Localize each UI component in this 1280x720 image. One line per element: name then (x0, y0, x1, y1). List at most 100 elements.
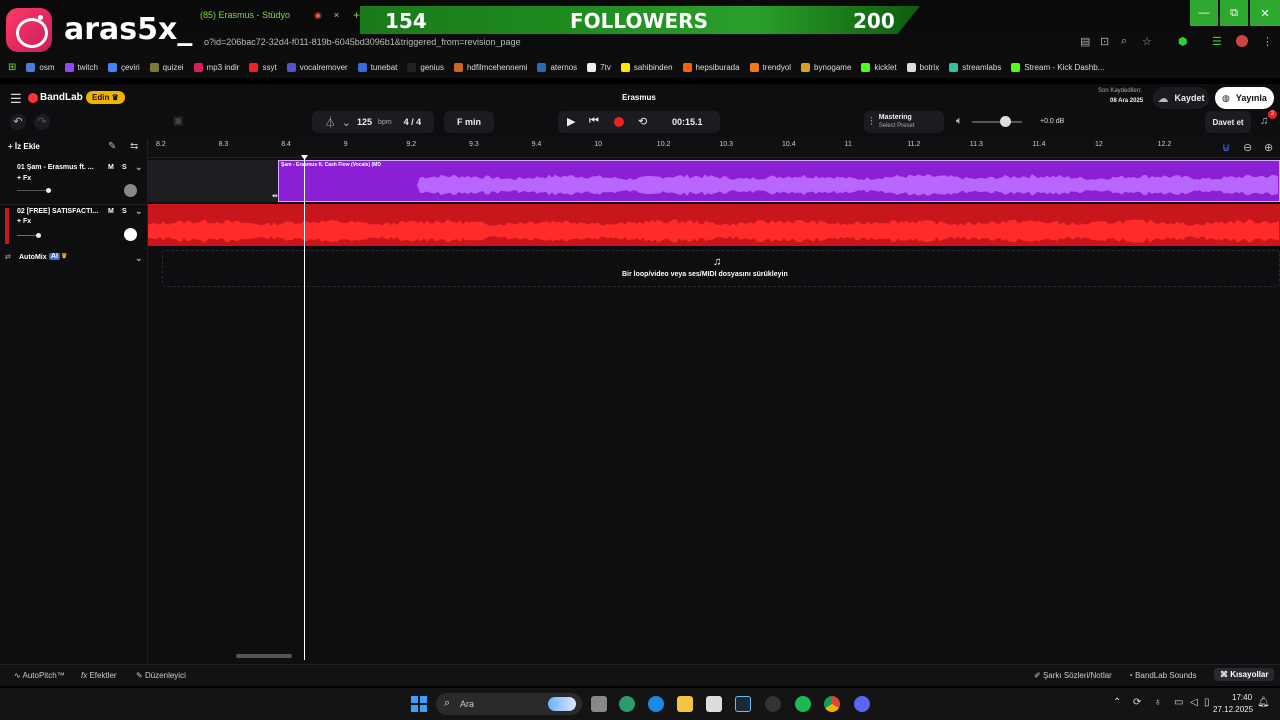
loop-icon[interactable]: ⟲ (638, 115, 647, 128)
bookmark-item[interactable]: aternos (537, 62, 577, 72)
playhead[interactable] (304, 156, 305, 660)
audio-clip-beat[interactable] (148, 204, 1280, 246)
metronome-icon[interactable]: ⏃ (325, 114, 336, 130)
spotify-icon[interactable] (795, 696, 811, 712)
bookmark-item[interactable]: hepsiburada (682, 62, 740, 72)
chevron-down-icon[interactable]: ⌄ (342, 116, 351, 129)
obs-icon[interactable] (765, 696, 781, 712)
chevron-down-icon[interactable]: ⌄ (135, 162, 143, 173)
editor-button[interactable]: ✎ Düzenleyici (136, 671, 186, 680)
bandlab-logo[interactable]: BandLab (40, 92, 83, 103)
effects-button[interactable]: fx Efektler (81, 671, 117, 680)
bookmark-item[interactable]: quizei (149, 62, 184, 72)
time-signature[interactable]: 4 / 4 (404, 117, 422, 127)
bookmark-item[interactable]: trendyol (749, 62, 791, 72)
apps-grid-icon[interactable]: ⊞ (8, 62, 16, 73)
track-volume-handle[interactable] (46, 188, 51, 193)
battery-icon[interactable]: ▯ (1204, 697, 1210, 708)
pan-knob[interactable] (124, 184, 137, 197)
bookmark-item[interactable]: bynogame (801, 62, 851, 72)
edit-badge[interactable]: Edin ♛ (86, 91, 125, 104)
redo-icon[interactable]: ↷ (34, 114, 50, 130)
pan-knob[interactable] (124, 228, 137, 241)
close-window-button[interactable]: ✕ (1250, 0, 1280, 26)
solo-button[interactable]: S (122, 208, 127, 215)
bookmark-item[interactable]: botrix (906, 62, 939, 72)
skip-back-icon[interactable]: ⏮ (589, 115, 599, 128)
zoom-out-icon[interactable]: ⊖ (1243, 141, 1252, 154)
chrome-icon[interactable] (824, 696, 840, 712)
reader-icon[interactable]: ▤ (1080, 35, 1090, 48)
edge-icon[interactable] (648, 696, 664, 712)
bookmark-item[interactable]: çeviri (107, 62, 140, 72)
task-view-icon[interactable] (591, 696, 607, 712)
bookmark-item[interactable]: vocalremover (286, 62, 348, 72)
extensions-icon[interactable]: ⬢ (1178, 35, 1188, 48)
address-bar[interactable]: o?id=206bac72-32d4-f011-819b-6045bd3096b… (204, 37, 521, 47)
horizontal-scrollbar[interactable] (236, 654, 292, 658)
bookmark-item[interactable]: hdfilmcehennemi (453, 62, 527, 72)
sync-icon[interactable]: ⟳ (1133, 697, 1141, 708)
bookmark-item[interactable]: streamlabs (949, 62, 1001, 72)
file-explorer-icon[interactable] (677, 696, 693, 712)
track-volume-handle[interactable] (36, 233, 41, 238)
bpm-value[interactable]: 125 (357, 117, 372, 127)
record-icon[interactable] (614, 117, 624, 127)
bookmark-item[interactable]: twitch (64, 62, 98, 72)
store-icon[interactable] (706, 696, 722, 712)
bookmark-item[interactable]: genius (407, 62, 444, 72)
track-volume-slider[interactable] (17, 190, 49, 191)
hamburger-menu-icon[interactable]: ☰ (10, 91, 22, 107)
add-track-button[interactable]: + İz Ekle (8, 142, 40, 151)
new-tab-icon[interactable]: + (353, 8, 360, 22)
edge-dev-icon[interactable] (619, 696, 635, 712)
bookmark-item[interactable]: tunebat (357, 62, 397, 72)
install-icon[interactable]: ⊡ (1100, 35, 1109, 48)
track-row-1[interactable]: 01 Şam - Erasmus ft. ... + Fx M S ⌄ (0, 162, 148, 204)
tab-active[interactable]: (85) Erasmus - Stüdyo ◉ × + (200, 4, 360, 26)
zoom-icon[interactable]: ⌕ (1121, 35, 1127, 48)
windows-start-icon[interactable] (411, 696, 427, 712)
bookmark-star-icon[interactable]: ☆ (1142, 35, 1152, 48)
zoom-in-icon[interactable]: ⊕ (1264, 141, 1273, 154)
mastering-button[interactable]: ⫶ Mastering Select Preset (864, 111, 944, 133)
timeline-ruler[interactable]: 8.2 8.3 8.4 9 9.2 9.3 9.4 10 10.2 10.3 10.4 11 11.2 1… (148, 138, 1280, 158)
menu-icon[interactable]: ⋮ (1262, 35, 1273, 48)
magnet-icon[interactable]: ⊍ (1222, 141, 1230, 154)
audio-clip-vocals[interactable]: Şam - Erasmus ft. Cash Flow (Vocals) (MD (278, 160, 1280, 202)
play-icon[interactable]: ▶ (567, 115, 575, 128)
microphone-icon[interactable]: ♁ (1154, 697, 1162, 708)
master-volume-slider[interactable] (972, 121, 1022, 123)
tab-close-icon[interactable]: × (334, 10, 339, 20)
undo-icon[interactable]: ↶ (10, 114, 26, 130)
sounds-button[interactable]: ◔ BandLab Sounds (1128, 671, 1196, 680)
edit-tool-icon[interactable]: ✎ (108, 141, 116, 152)
chevron-down-icon[interactable]: ⌄ (135, 253, 143, 264)
bookmark-item[interactable]: Stream - Kick Dashb... (1011, 62, 1104, 72)
track-row-2[interactable]: 02 [FREE] SATISFACTI... + Fx M S ⌄ (0, 206, 148, 248)
volume-icon[interactable]: ◁ (1190, 697, 1198, 708)
tab-search-icon[interactable]: ☰ (1212, 35, 1222, 48)
network-icon[interactable]: ▭ (1174, 697, 1183, 708)
speaker-icon[interactable]: 🔈︎ (956, 115, 963, 128)
maximize-button[interactable]: ⧉ (1220, 0, 1248, 26)
bookmark-item[interactable]: osm (26, 62, 55, 72)
minimize-button[interactable]: — (1190, 0, 1218, 26)
discord-icon[interactable] (854, 696, 870, 712)
bookmark-item[interactable]: sahibinden (620, 62, 673, 72)
track-settings-icon[interactable]: ⇆ (130, 141, 138, 152)
autopitch-button[interactable]: ∿ AutoPitch™ (14, 671, 65, 680)
profile-avatar[interactable] (1236, 35, 1248, 47)
mute-button[interactable]: M (108, 208, 114, 215)
quantize-icon[interactable]: ▣ (173, 114, 183, 127)
shortcuts-button[interactable]: ⌘ Kısayollar (1214, 668, 1275, 681)
fx-button[interactable]: + Fx (17, 175, 31, 182)
solo-button[interactable]: S (122, 164, 127, 171)
save-button[interactable]: ☁ Kaydet (1153, 87, 1209, 109)
bookmark-item[interactable]: mp3 indir (193, 62, 239, 72)
invite-button[interactable]: Davet et (1205, 111, 1251, 133)
bookmark-item[interactable]: 7tv (587, 62, 611, 72)
track-name[interactable]: 01 Şam - Erasmus ft. ... (17, 164, 94, 171)
notifications-icon[interactable]: 🔔︎ (1257, 697, 1270, 708)
publish-button[interactable]: ◍ Yayınla (1215, 87, 1274, 109)
